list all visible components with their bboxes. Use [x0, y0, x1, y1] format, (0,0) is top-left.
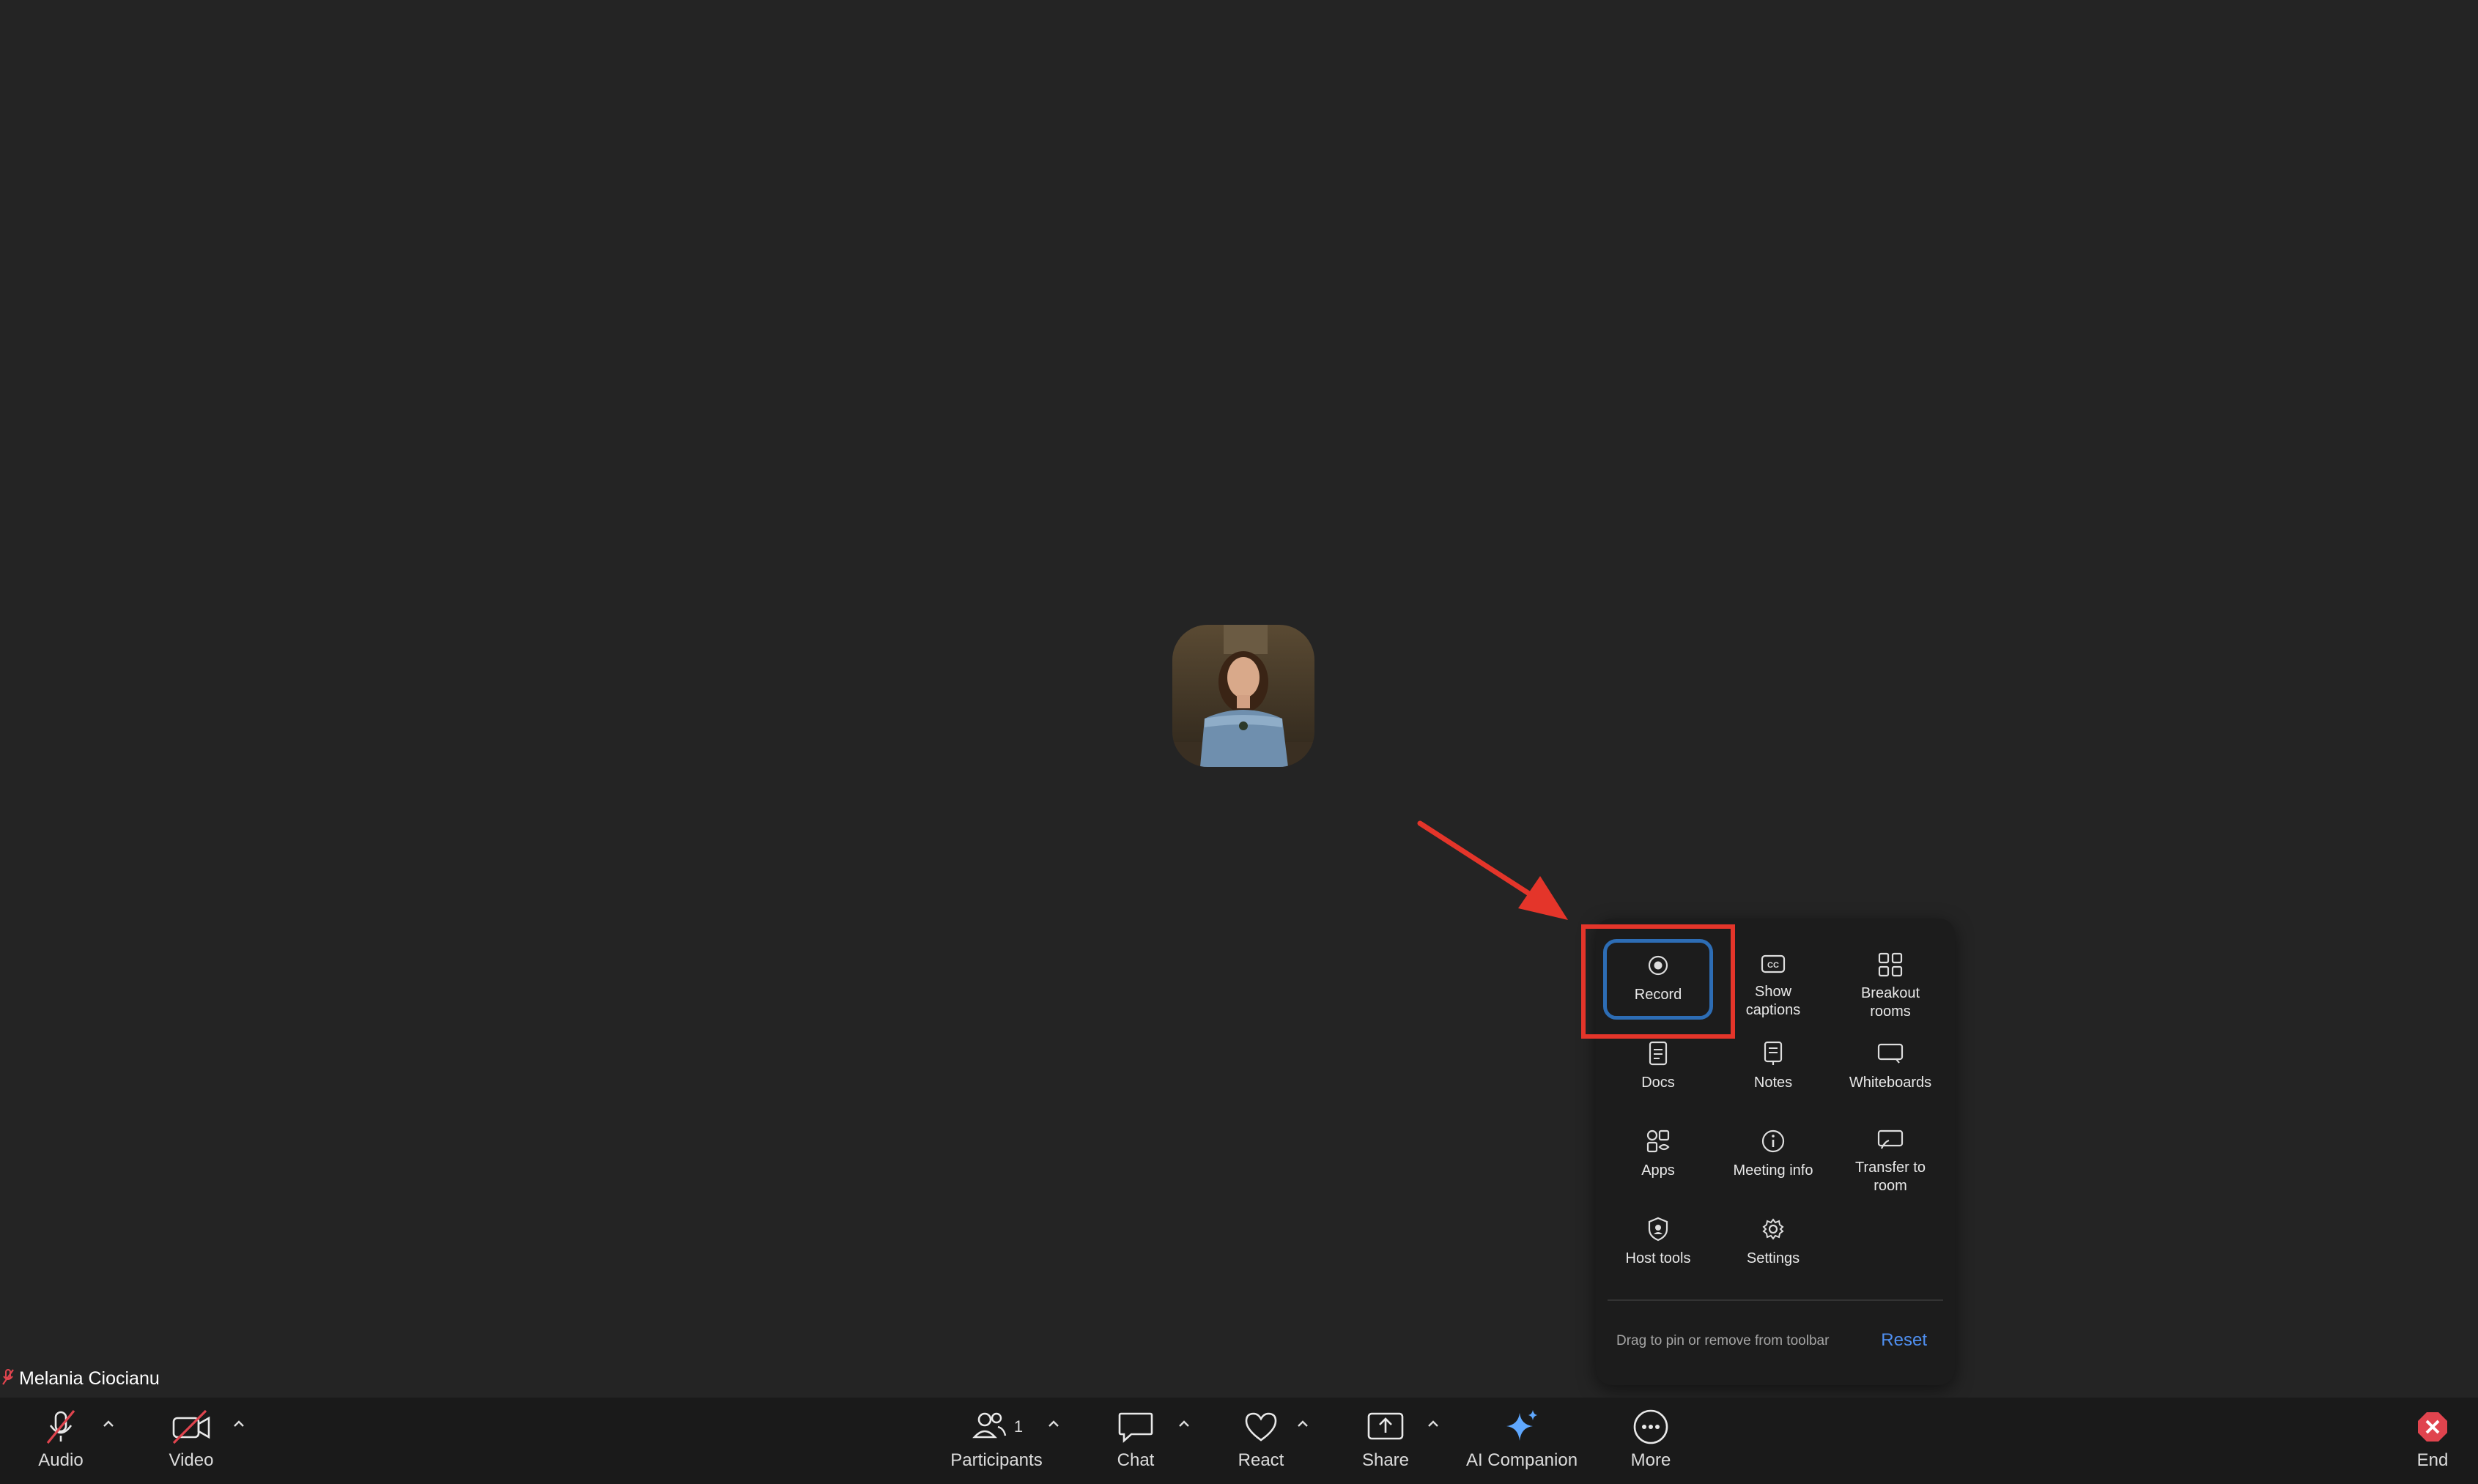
chat-label: Chat: [1117, 1450, 1155, 1470]
react-button[interactable]: React: [1235, 1406, 1287, 1471]
info-icon: [1761, 1128, 1786, 1154]
participant-name: Melania Ciocianu: [19, 1368, 160, 1389]
more-button[interactable]: More: [1627, 1406, 1675, 1471]
video-stage: Record CC Show captions Breakout rooms D…: [0, 0, 2478, 1398]
audio-button[interactable]: Audio: [37, 1406, 85, 1471]
transfer-icon: [1877, 1128, 1904, 1151]
transfer-to-room-label: Transfer to room: [1855, 1160, 1926, 1194]
mic-muted-icon: [42, 1406, 80, 1447]
notes-icon: [1763, 1040, 1783, 1066]
chat-button[interactable]: Chat: [1114, 1406, 1158, 1471]
whiteboard-icon: [1877, 1040, 1904, 1066]
participants-options-caret[interactable]: [1045, 1415, 1062, 1433]
video-button[interactable]: Video: [167, 1406, 215, 1471]
participants-button[interactable]: 1 Participants: [945, 1406, 1048, 1471]
host-tools-icon: [1647, 1216, 1669, 1242]
heart-icon: [1242, 1406, 1280, 1447]
docs-menu-item[interactable]: Docs: [1603, 1027, 1713, 1108]
video-options-caret[interactable]: [230, 1415, 248, 1433]
meeting-info-menu-item[interactable]: Meeting info: [1718, 1115, 1828, 1195]
settings-menu-item[interactable]: Settings: [1718, 1203, 1828, 1283]
video-off-icon: [171, 1406, 212, 1447]
video-label: Video: [169, 1450, 214, 1470]
notes-menu-item[interactable]: Notes: [1718, 1027, 1828, 1108]
apps-icon: [1646, 1128, 1671, 1154]
participant-name-tag: Melania Ciocianu: [1, 1368, 160, 1390]
more-icon: [1632, 1406, 1670, 1447]
meeting-info-label: Meeting info: [1733, 1162, 1813, 1179]
annotation-highlight-box: [1581, 924, 1735, 1039]
participants-label: Participants: [950, 1450, 1043, 1470]
breakout-rooms-icon: [1878, 952, 1903, 977]
whiteboards-label: Whiteboards: [1849, 1075, 1932, 1091]
svg-text:CC: CC: [1767, 961, 1779, 970]
share-screen-icon: [1366, 1406, 1405, 1447]
share-options-caret[interactable]: [1424, 1415, 1442, 1433]
settings-label: Settings: [1746, 1250, 1800, 1266]
share-label: Share: [1361, 1450, 1410, 1470]
reset-link[interactable]: Reset: [1881, 1330, 1927, 1351]
host-tools-menu-item[interactable]: Host tools: [1603, 1203, 1713, 1283]
participants-icon-group: 1: [970, 1406, 1023, 1447]
end-button[interactable]: End: [2414, 1406, 2452, 1471]
notes-label: Notes: [1753, 1075, 1793, 1091]
chat-options-caret[interactable]: [1175, 1415, 1193, 1433]
audio-options-caret[interactable]: [100, 1415, 117, 1433]
breakout-rooms-label: Breakout rooms: [1860, 985, 1920, 1020]
more-label: More: [1630, 1450, 1671, 1470]
sparkle-icon: [1502, 1406, 1542, 1447]
participant-avatar: [1172, 625, 1314, 767]
react-label: React: [1238, 1450, 1284, 1470]
host-tools-label: Host tools: [1625, 1250, 1691, 1266]
end-call-icon: [2415, 1406, 2450, 1447]
apps-menu-item[interactable]: Apps: [1603, 1115, 1713, 1195]
transfer-to-room-menu-item[interactable]: Transfer to room: [1835, 1115, 1945, 1195]
show-captions-label: Show captions: [1745, 984, 1801, 1018]
gear-icon: [1761, 1216, 1785, 1242]
react-options-caret[interactable]: [1294, 1415, 1312, 1433]
whiteboards-menu-item[interactable]: Whiteboards: [1835, 1027, 1945, 1108]
mic-muted-icon: [1, 1368, 15, 1390]
menu-hint: Drag to pin or remove from toolbar: [1616, 1333, 1830, 1348]
menu-divider: [1608, 1299, 1943, 1301]
chat-icon: [1117, 1406, 1155, 1447]
participants-icon: [970, 1408, 1008, 1447]
apps-label: Apps: [1641, 1162, 1675, 1179]
end-label: End: [2416, 1450, 2449, 1470]
docs-label: Docs: [1641, 1075, 1675, 1091]
ai-companion-label: AI Companion: [1465, 1450, 1578, 1470]
captions-icon: CC: [1761, 952, 1786, 976]
participants-count: 1: [1013, 1417, 1024, 1436]
audio-label: Audio: [38, 1450, 84, 1470]
meeting-toolbar: Audio Video 1 Participants Chat React Sh…: [0, 1398, 2478, 1484]
breakout-rooms-menu-item[interactable]: Breakout rooms: [1835, 939, 1945, 1020]
annotation-arrow: [1417, 820, 1568, 920]
docs-icon: [1648, 1040, 1668, 1066]
ai-companion-button[interactable]: AI Companion: [1462, 1406, 1581, 1471]
share-button[interactable]: Share: [1360, 1406, 1411, 1471]
